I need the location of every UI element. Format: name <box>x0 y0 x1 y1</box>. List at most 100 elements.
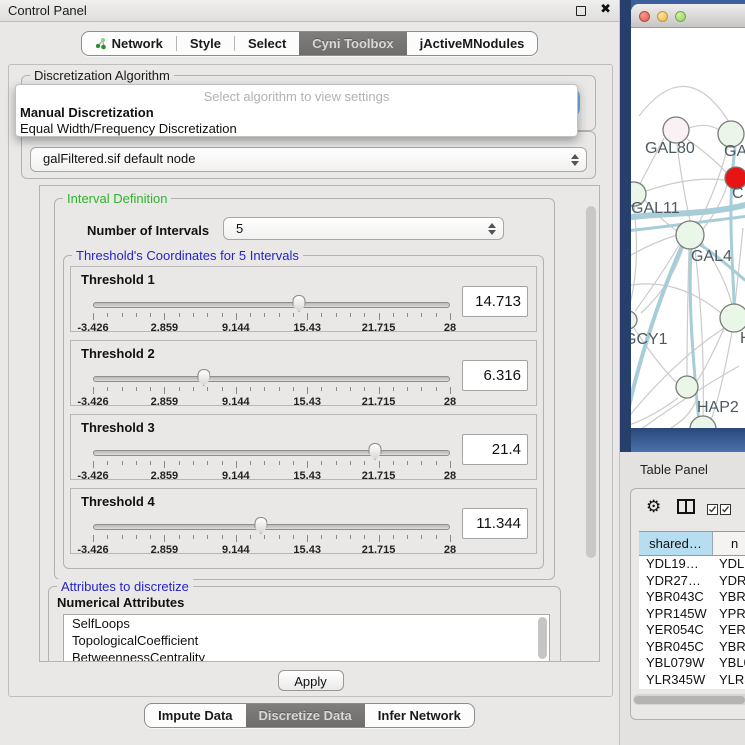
cell-name[interactable]: YBR0 <box>713 639 745 656</box>
minimize-traffic-light-icon[interactable] <box>657 11 668 22</box>
algorithm-dropdown-hint[interactable]: Select algorithm to view settings <box>16 89 577 104</box>
table-row[interactable]: YER054CYER0 <box>639 622 745 639</box>
cell-shared-name[interactable]: YLR345W <box>639 672 713 689</box>
cell-shared-name[interactable]: YER054C <box>639 622 713 639</box>
zoom-traffic-light-icon[interactable] <box>675 11 686 22</box>
bottom-tab-impute-data[interactable]: Impute Data <box>145 704 245 727</box>
tab-style[interactable]: Style <box>177 32 234 55</box>
tab-label: Cyni Toolbox <box>312 32 393 56</box>
close-traffic-light-icon[interactable] <box>639 11 650 22</box>
node-label: GAL8 <box>724 143 745 160</box>
group-title: Attributes to discretize <box>57 579 193 594</box>
network-edge[interactable] <box>646 179 725 191</box>
bottom-tab-infer-network[interactable]: Infer Network <box>365 704 474 727</box>
network-edge[interactable] <box>635 245 679 311</box>
table-row[interactable]: YIL052CYIL0 <box>639 688 745 689</box>
column-header-shared-name[interactable]: shared… <box>639 532 713 555</box>
number-of-intervals-combobox[interactable]: 5 <box>223 217 504 240</box>
slider-thumb[interactable] <box>254 517 267 534</box>
algorithm-option-manual-discretization[interactable]: Manual Discretization <box>20 105 154 120</box>
gear-icon[interactable]: ⚙ <box>646 497 661 517</box>
network-node-h[interactable] <box>720 304 745 332</box>
settings-vertical-scrollbar[interactable] <box>586 206 596 558</box>
node-table[interactable]: shared…n YDL19…YDL1YDR27…YDR2YBR043CYBR0… <box>639 531 745 689</box>
threshold-1-box: Threshold 1-3.4262.8599.14415.4321.71528… <box>70 266 537 332</box>
network-edge[interactable] <box>631 206 636 311</box>
network-edge[interactable] <box>631 398 678 426</box>
network-edge[interactable] <box>631 235 677 258</box>
network-edge[interactable] <box>735 228 743 304</box>
table-horizontal-scrollbar[interactable] <box>633 694 745 705</box>
slider-tick-label: 2.859 <box>151 470 179 482</box>
cell-shared-name[interactable]: YDR27… <box>639 573 713 590</box>
table-row[interactable]: YBL079WYBL0 <box>639 655 745 672</box>
threshold-value-field[interactable]: 14.713 <box>462 286 528 317</box>
desktop-edge <box>620 0 631 452</box>
network-edge[interactable] <box>689 125 719 130</box>
attribute-list-item[interactable]: SelfLoops <box>64 615 549 632</box>
threshold-value-field[interactable]: 11.344 <box>462 508 528 539</box>
table-row[interactable]: YDL19…YDL1 <box>639 556 745 573</box>
network-canvas[interactable]: GAL80GAL8CGAL11GAL4HGCY1HAP2 <box>631 28 745 428</box>
cell-name[interactable]: YBR0 <box>713 589 745 606</box>
apply-button[interactable]: Apply <box>278 670 344 691</box>
slider-track[interactable] <box>93 302 450 308</box>
network-edge[interactable] <box>639 86 729 122</box>
threshold-value-field[interactable]: 21.4 <box>462 434 528 465</box>
columns-icon[interactable] <box>677 499 695 519</box>
tab-select[interactable]: Select <box>235 32 299 55</box>
table-row[interactable]: YDR27…YDR2 <box>639 573 745 590</box>
attributes-list-scrollbar[interactable] <box>538 617 547 659</box>
network-edge[interactable] <box>697 328 724 381</box>
cell-name[interactable]: YLR3 <box>713 672 745 689</box>
scrollbar-thumb[interactable] <box>634 696 745 704</box>
network-edge[interactable] <box>687 249 689 376</box>
table-data-combobox[interactable]: galFiltered.sif default node <box>30 147 587 172</box>
cell-name[interactable]: YPR1 <box>713 606 745 623</box>
cell-shared-name[interactable]: YDL19… <box>639 556 713 573</box>
network-node-gcy1[interactable] <box>631 311 637 329</box>
top-tab-bar: Network Style Select Cyni Toolbox jActiveMNo… <box>0 31 619 56</box>
network-node-gal4[interactable] <box>676 221 704 249</box>
algorithm-option-equal-width-frequency-discretization[interactable]: Equal Width/Frequency Discretization <box>20 121 237 136</box>
attribute-list-item[interactable]: TopologicalCoefficient <box>64 632 549 649</box>
checkboxes-icon[interactable] <box>707 502 731 520</box>
tab-network[interactable]: Network <box>82 32 176 55</box>
table-row[interactable]: YLR345WYLR3 <box>639 672 745 689</box>
cell-shared-name[interactable]: YBR043C <box>639 589 713 606</box>
column-header-name[interactable]: n <box>713 532 745 555</box>
bottom-tab-discretize-data[interactable]: Discretize Data <box>246 704 365 727</box>
slider-thumb[interactable] <box>369 443 382 460</box>
cell-shared-name[interactable]: YBL079W <box>639 655 713 672</box>
network-node-hap2[interactable] <box>676 376 698 398</box>
cell-name[interactable]: YER0 <box>713 622 745 639</box>
slider-thumb[interactable] <box>293 295 306 312</box>
stepper-arrows-icon <box>487 222 496 236</box>
cell-shared-name[interactable]: YPR145W <box>639 606 713 623</box>
group-title: Threshold's Coordinates for 5 Intervals <box>72 248 303 263</box>
float-window-icon[interactable] <box>576 6 586 16</box>
table-row[interactable]: YPR145WYPR1 <box>639 606 745 623</box>
threshold-4-box: Threshold 4-3.4262.8599.14415.4321.71528… <box>70 488 537 554</box>
slider-track[interactable] <box>93 376 450 382</box>
network-window-titlebar[interactable] <box>631 4 745 28</box>
table-row[interactable]: YBR045CYBR0 <box>639 639 745 656</box>
slider-thumb[interactable] <box>197 369 210 386</box>
table-row[interactable]: YBR043CYBR0 <box>639 589 745 606</box>
bottom-tab-bar: Impute DataDiscretize DataInfer Network <box>0 703 619 728</box>
tab-cyni-toolbox[interactable]: Cyni Toolbox <box>299 32 406 55</box>
tab-jactivemnodules[interactable]: jActiveMNodules <box>407 32 538 55</box>
slider-track[interactable] <box>93 524 450 530</box>
cell-name[interactable]: YDR2 <box>713 573 745 590</box>
attribute-list-item[interactable]: BetweennessCentrality <box>64 649 549 662</box>
cell-name[interactable]: YIL0 <box>713 688 745 689</box>
tab-label: Style <box>190 32 221 56</box>
cell-name[interactable]: YBL0 <box>713 655 745 672</box>
slider-track[interactable] <box>93 450 450 456</box>
close-icon[interactable]: ✖ <box>600 2 611 17</box>
cell-shared-name[interactable]: YIL052C <box>639 688 713 689</box>
threshold-value-field[interactable]: 6.316 <box>462 360 528 391</box>
cell-shared-name[interactable]: YBR045C <box>639 639 713 656</box>
numerical-attributes-list[interactable]: SelfLoopsTopologicalCoefficientBetweenne… <box>63 614 550 662</box>
cell-name[interactable]: YDL1 <box>713 556 745 573</box>
